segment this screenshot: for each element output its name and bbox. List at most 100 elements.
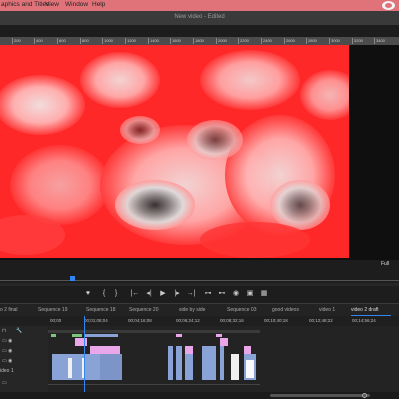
go-to-in-icon[interactable]: |← xyxy=(130,289,140,299)
video-clip[interactable] xyxy=(244,346,251,354)
ruler-tick: 1200 xyxy=(125,38,136,44)
transport-controls: ♥ { } |← ◂| ▶ |▸ →| ⊶ ⊷ ◉ ▣ ▦ xyxy=(0,287,399,303)
step-back-icon[interactable]: ◂| xyxy=(144,289,154,299)
ruler-tick: 3000 xyxy=(329,38,340,44)
play-icon[interactable]: ▶ xyxy=(158,289,168,299)
menu-bar: aphics and Titles View Window Help xyxy=(0,0,399,11)
timecode-label: 00;00 xyxy=(50,318,62,323)
settings-icon[interactable]: ▦ xyxy=(259,289,269,299)
ruler-tick: 2000 xyxy=(216,38,227,44)
menu-help[interactable]: Help xyxy=(92,1,105,8)
timecode-label: 00;06;24;12 xyxy=(176,318,200,323)
tab-sequence[interactable]: side by side xyxy=(179,307,205,313)
ruler-tick: 1600 xyxy=(170,38,181,44)
window-title: New video - Edited xyxy=(174,14,225,20)
marker[interactable] xyxy=(51,334,56,337)
video-clip[interactable] xyxy=(100,354,122,380)
menu-graphics[interactable]: aphics and Titles xyxy=(1,1,49,8)
menu-view[interactable]: View xyxy=(45,1,59,8)
tab-sequence[interactable]: o 2 final xyxy=(0,307,18,313)
tab-sequence[interactable]: good videos xyxy=(272,307,299,313)
menu-window[interactable]: Window xyxy=(65,1,88,8)
snap-icon[interactable]: ⊓ xyxy=(2,328,6,334)
playhead-marker[interactable] xyxy=(70,276,75,281)
fit-dropdown[interactable]: Full xyxy=(381,261,389,267)
ruler-tick: 3400 xyxy=(374,38,385,44)
scrollbar-thumb[interactable] xyxy=(270,394,370,397)
video-clip[interactable] xyxy=(202,346,216,380)
ruler-tick: 2800 xyxy=(306,38,317,44)
ruler-tick: 600 xyxy=(57,38,66,44)
ruler-tick: 2400 xyxy=(261,38,272,44)
ruler: 200 400 600 800 1000 1200 1400 1600 1800… xyxy=(0,37,399,45)
scrollbar-handle[interactable] xyxy=(362,393,367,398)
tab-sequence[interactable]: Sequence 19 xyxy=(38,307,67,313)
sequence-tabs: o 2 final Sequence 19 Sequence 18 Sequen… xyxy=(0,303,399,316)
timeline-tracks[interactable] xyxy=(48,326,399,392)
video-clip[interactable] xyxy=(185,346,193,354)
audio-track-icon[interactable]: ▭ xyxy=(2,380,7,386)
marker[interactable] xyxy=(84,334,118,337)
in-point-icon[interactable]: { xyxy=(99,289,109,299)
tab-sequence[interactable]: Sequence 03 xyxy=(227,307,256,313)
video-frame[interactable] xyxy=(0,45,349,258)
ruler-tick: 400 xyxy=(34,38,43,44)
wrench-icon[interactable]: 🔧 xyxy=(16,328,22,334)
eye-icon[interactable]: ◉ xyxy=(8,338,12,344)
overwrite-icon[interactable]: ⊷ xyxy=(217,289,227,299)
video-clip[interactable] xyxy=(231,354,239,380)
marker[interactable] xyxy=(216,334,222,337)
video-clip[interactable] xyxy=(168,346,173,380)
marker[interactable] xyxy=(72,334,82,337)
video-clip[interactable] xyxy=(220,338,228,346)
timecode-label: 00;14;56;24 xyxy=(352,318,376,323)
timeline-playhead[interactable] xyxy=(84,316,85,392)
ruler-tick: 3200 xyxy=(352,38,363,44)
track-headers: ⊓ 🔧 ▭ ◉ ▭ ◉ ▭ ◉ ideo 1 ▭ xyxy=(0,326,48,392)
timecode-label: 00;01;08;04 xyxy=(84,318,108,323)
ruler-tick: 2600 xyxy=(284,38,295,44)
timecode-label: 00;04;16;08 xyxy=(128,318,152,323)
eye-icon[interactable]: ◉ xyxy=(8,358,12,364)
ruler-tick: 1000 xyxy=(102,38,113,44)
video-clip-thumbnail xyxy=(246,360,254,378)
ruler-tick: 200 xyxy=(12,38,21,44)
insert-icon[interactable]: ⊶ xyxy=(203,289,213,299)
eye-icon[interactable]: ◉ xyxy=(8,348,12,354)
timecode-label: 00;12;48;22 xyxy=(309,318,333,323)
ruler-tick: 1400 xyxy=(148,38,159,44)
out-point-icon[interactable]: } xyxy=(111,289,121,299)
marker[interactable] xyxy=(176,334,182,337)
lock-icon[interactable]: ▭ xyxy=(2,358,7,364)
timeline-timecode-ruler[interactable]: 00;00 00;01;08;04 00;04;16;08 00;06;24;1… xyxy=(0,316,399,326)
scrubber-track xyxy=(0,280,399,281)
comparison-icon[interactable]: ▣ xyxy=(245,289,255,299)
tab-sequence-active[interactable]: video 2 draft xyxy=(351,307,379,313)
video-clip[interactable] xyxy=(176,346,182,380)
video-clip[interactable] xyxy=(52,354,100,380)
video-clip[interactable] xyxy=(90,346,120,354)
step-forward-icon[interactable]: |▸ xyxy=(172,289,182,299)
ruler-tick: 1800 xyxy=(193,38,204,44)
track-label-v1: ideo 1 xyxy=(0,368,14,374)
tab-sequence[interactable]: Sequence 18 xyxy=(86,307,115,313)
marker-icon[interactable]: ♥ xyxy=(83,289,93,299)
creative-cloud-icon[interactable] xyxy=(382,1,395,10)
timecode-label: 00;10;40;18 xyxy=(264,318,288,323)
audio-track-line xyxy=(48,384,260,385)
video-clip[interactable] xyxy=(220,346,224,380)
export-frame-icon[interactable]: ◉ xyxy=(231,289,241,299)
video-clip[interactable] xyxy=(68,358,72,378)
timeline-scrollbar[interactable] xyxy=(0,392,399,399)
video-clip[interactable] xyxy=(185,354,193,380)
work-area-bar[interactable] xyxy=(48,330,260,333)
tab-sequence[interactable]: video 1 xyxy=(319,307,335,313)
monitor-scrubber[interactable] xyxy=(0,276,399,282)
title-bar: New video - Edited xyxy=(0,11,399,25)
zoom-bar[interactable] xyxy=(0,283,399,286)
lock-icon[interactable]: ▭ xyxy=(2,348,7,354)
lock-icon[interactable]: ▭ xyxy=(2,338,7,344)
tab-sequence[interactable]: Sequence 20 xyxy=(129,307,158,313)
video-clip[interactable] xyxy=(75,338,87,346)
go-to-out-icon[interactable]: →| xyxy=(186,289,196,299)
